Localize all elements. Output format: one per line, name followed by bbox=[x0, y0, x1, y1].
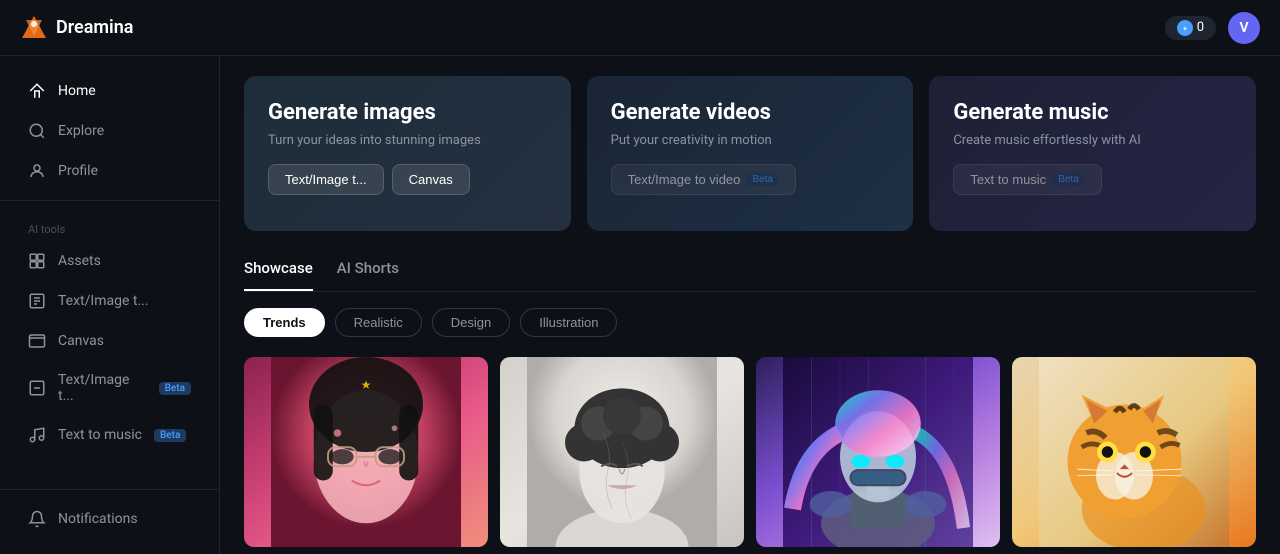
text-video-button[interactable]: Text/Image to video Beta bbox=[611, 164, 796, 195]
sidebar-section-label: AI tools bbox=[0, 211, 219, 240]
explore-icon bbox=[28, 122, 46, 140]
sidebar-item-home[interactable]: Home bbox=[8, 72, 211, 110]
gallery-item-3[interactable] bbox=[756, 357, 1000, 547]
video-beta-badge: Beta bbox=[746, 173, 779, 186]
tabs-row: Showcase AI Shorts bbox=[244, 259, 1256, 292]
content-area: Generate images Turn your ideas into stu… bbox=[220, 56, 1280, 554]
card-generate-videos: Generate videos Put your creativity in m… bbox=[587, 76, 914, 231]
sidebar-divider bbox=[0, 200, 219, 201]
gallery-image-4 bbox=[1012, 357, 1256, 547]
gallery-item-1[interactable] bbox=[244, 357, 488, 547]
card-images-desc: Turn your ideas into stunning images bbox=[268, 133, 547, 148]
gallery-image-2 bbox=[500, 357, 744, 547]
assets-icon bbox=[28, 252, 46, 270]
text-image-icon bbox=[28, 292, 46, 310]
sidebar-item-text-image-beta[interactable]: Text/Image t... Beta bbox=[8, 362, 211, 414]
card-generate-images: Generate images Turn your ideas into stu… bbox=[244, 76, 571, 231]
sidebar-item-assets[interactable]: Assets bbox=[8, 242, 211, 280]
gallery-item-2[interactable] bbox=[500, 357, 744, 547]
card-videos-title: Generate videos bbox=[611, 100, 890, 125]
sidebar-bottom-divider bbox=[0, 489, 219, 490]
card-generate-music: Generate music Create music effortlessly… bbox=[929, 76, 1256, 231]
bell-icon bbox=[28, 510, 46, 528]
text-music-button[interactable]: Text to music Beta bbox=[953, 164, 1101, 195]
card-music-desc: Create music effortlessly with AI bbox=[953, 133, 1232, 148]
card-videos-buttons: Text/Image to video Beta bbox=[611, 164, 890, 195]
user-avatar[interactable]: V bbox=[1228, 12, 1260, 44]
sidebar-item-canvas[interactable]: Canvas bbox=[8, 322, 211, 360]
profile-icon bbox=[28, 162, 46, 180]
gallery-item-4[interactable] bbox=[1012, 357, 1256, 547]
coin-count: 0 bbox=[1197, 20, 1204, 35]
sidebar-item-text-image[interactable]: Text/Image t... bbox=[8, 282, 211, 320]
music-beta-badge: Beta bbox=[1052, 173, 1085, 186]
filter-row: Trends Realistic Design Illustration bbox=[244, 308, 1256, 337]
sidebar-item-profile[interactable]: Profile bbox=[8, 152, 211, 190]
text-image-beta-icon bbox=[28, 379, 46, 397]
gallery-image-1 bbox=[244, 357, 488, 547]
logo-text: Dreamina bbox=[56, 17, 133, 38]
filter-trends[interactable]: Trends bbox=[244, 308, 325, 337]
tab-ai-shorts[interactable]: AI Shorts bbox=[337, 259, 399, 291]
header-right: + 0 V bbox=[1165, 12, 1260, 44]
filter-realistic[interactable]: Realistic bbox=[335, 308, 422, 337]
svg-text:+: + bbox=[1183, 25, 1187, 33]
home-icon bbox=[28, 82, 46, 100]
beta-badge-2: Beta bbox=[154, 429, 186, 442]
beta-badge-1: Beta bbox=[159, 382, 191, 395]
filter-illustration[interactable]: Illustration bbox=[520, 308, 617, 337]
main-layout: Home Explore Profile AI tools Assets Tex… bbox=[0, 56, 1280, 554]
coin-badge[interactable]: + 0 bbox=[1165, 16, 1216, 40]
coin-icon: + bbox=[1177, 20, 1193, 36]
gallery-grid bbox=[244, 357, 1256, 547]
sidebar-item-notifications[interactable]: Notifications bbox=[8, 500, 211, 538]
card-music-title: Generate music bbox=[953, 100, 1232, 125]
music-icon bbox=[28, 426, 46, 444]
filter-design[interactable]: Design bbox=[432, 308, 510, 337]
sidebar-item-text-music[interactable]: Text to music Beta bbox=[8, 416, 211, 454]
sidebar-item-explore[interactable]: Explore bbox=[8, 112, 211, 150]
logo-icon bbox=[20, 14, 48, 42]
card-images-title: Generate images bbox=[268, 100, 547, 125]
sidebar: Home Explore Profile AI tools Assets Tex… bbox=[0, 56, 220, 554]
card-videos-desc: Put your creativity in motion bbox=[611, 133, 890, 148]
text-image-button[interactable]: Text/Image t... bbox=[268, 164, 384, 195]
card-music-buttons: Text to music Beta bbox=[953, 164, 1232, 195]
tab-showcase[interactable]: Showcase bbox=[244, 259, 313, 291]
gallery-image-3 bbox=[756, 357, 1000, 547]
cards-row: Generate images Turn your ideas into stu… bbox=[244, 76, 1256, 231]
canvas-button[interactable]: Canvas bbox=[392, 164, 470, 195]
card-images-buttons: Text/Image t... Canvas bbox=[268, 164, 547, 195]
logo[interactable]: Dreamina bbox=[20, 14, 133, 42]
canvas-icon bbox=[28, 332, 46, 350]
header: Dreamina + 0 V bbox=[0, 0, 1280, 56]
